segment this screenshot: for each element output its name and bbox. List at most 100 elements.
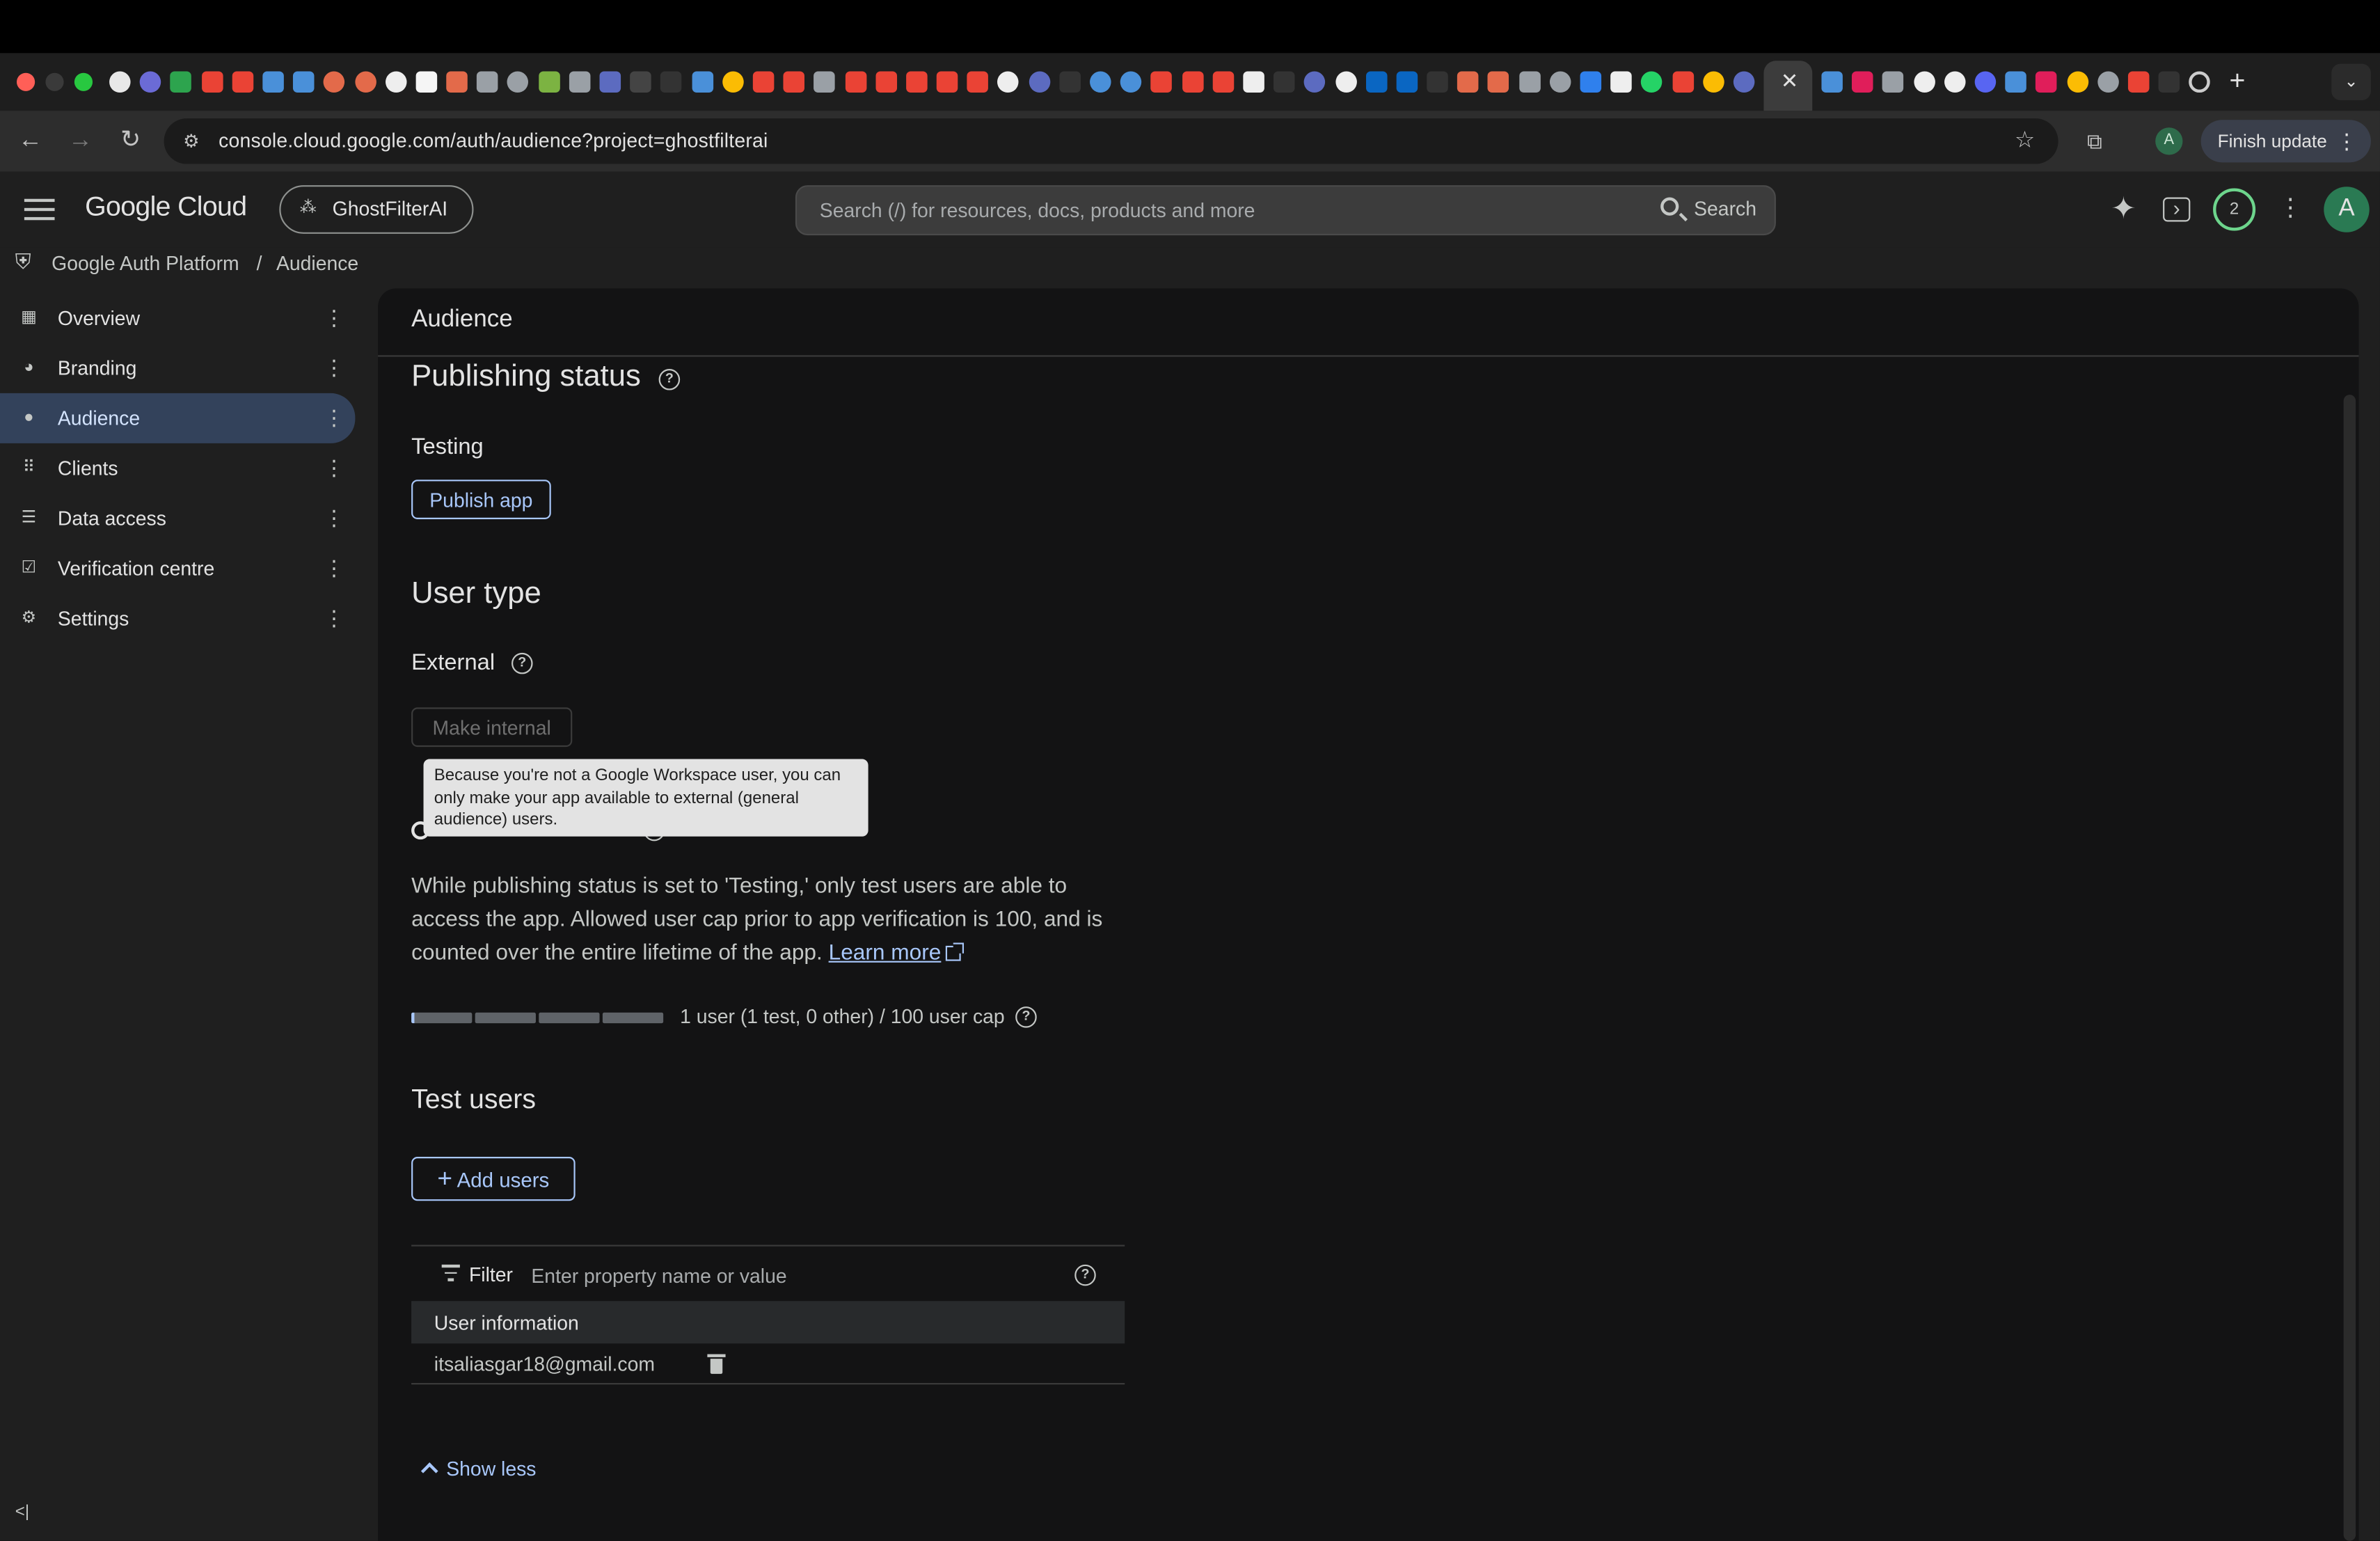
kebab-menu-icon[interactable]: ⋮ [324, 504, 345, 531]
tab-favicon[interactable] [1882, 71, 1904, 93]
tab-favicon[interactable] [1274, 71, 1295, 93]
make-internal-button[interactable]: Make internal [411, 707, 573, 748]
collapse-sidebar-icon[interactable]: <| [15, 1503, 40, 1524]
finish-update-button[interactable]: Finish update ⋮ [2200, 120, 2371, 163]
search-input[interactable] [819, 197, 1609, 222]
tab-favicon[interactable] [324, 71, 345, 93]
kebab-menu-icon[interactable]: ⋮ [324, 404, 345, 431]
account-avatar[interactable]: A [2324, 187, 2370, 232]
search-button[interactable]: Search [1658, 193, 1764, 226]
reload-icon[interactable]: ↻ [112, 123, 148, 159]
tab-favicon[interactable] [1518, 71, 1541, 93]
tab-favicon[interactable] [2127, 71, 2150, 93]
profile-avatar[interactable]: A [2155, 127, 2183, 155]
window-close-button[interactable] [16, 72, 35, 91]
kebab-menu-icon[interactable]: ⋮ [324, 303, 345, 331]
tab-favicon[interactable] [1120, 71, 1142, 93]
tab-favicon[interactable] [538, 71, 560, 93]
tab-favicon[interactable] [2158, 71, 2180, 93]
window-zoom-button[interactable] [74, 72, 93, 91]
cloud-shell-icon[interactable]: › [2163, 198, 2191, 222]
tab-favicon[interactable] [1151, 71, 1173, 93]
kebab-menu-icon[interactable]: ⋮ [2336, 120, 2358, 162]
loading-favicon[interactable] [2189, 71, 2211, 93]
tab-favicon[interactable] [1944, 71, 1966, 93]
tab-favicon[interactable] [354, 71, 376, 93]
kebab-menu-icon[interactable]: ⋮ [324, 454, 345, 481]
tab-favicon[interactable] [109, 71, 131, 93]
tab-favicon[interactable] [1304, 71, 1326, 93]
tab-favicon[interactable] [1549, 71, 1571, 93]
tab-favicon[interactable] [1028, 71, 1050, 93]
sidebar-item-clients[interactable]: ⠿ Clients ⋮ [0, 443, 355, 493]
url-text[interactable]: console.cloud.google.com/auth/audience?p… [219, 129, 768, 152]
new-tab-button[interactable]: + [2222, 65, 2253, 96]
tab-favicon[interactable] [170, 71, 192, 93]
sidebar-item-verification-centre[interactable]: ☑ Verification centre ⋮ [0, 544, 355, 594]
tab-favicon[interactable] [997, 71, 1020, 93]
delete-trash-icon[interactable] [707, 1352, 726, 1374]
tab-favicon[interactable] [140, 71, 161, 93]
kebab-menu-icon[interactable]: ⋮ [324, 554, 345, 581]
tab-favicon[interactable] [1488, 71, 1509, 93]
tab-favicon[interactable] [2036, 71, 2058, 93]
tab-favicon[interactable] [507, 71, 529, 93]
help-icon[interactable]: ? [1015, 1006, 1037, 1028]
tab-favicon[interactable] [1672, 71, 1694, 93]
filter-input[interactable] [531, 1261, 1047, 1289]
tab-favicon[interactable] [232, 71, 253, 93]
scrollbar[interactable] [2343, 395, 2356, 1541]
tab-favicon[interactable] [691, 71, 713, 93]
tab-favicon[interactable] [660, 71, 683, 93]
tab-favicon[interactable] [415, 71, 437, 93]
google-cloud-logo[interactable]: Google Cloud [85, 191, 247, 223]
notifications-badge[interactable]: 2 [2213, 188, 2256, 231]
extensions-icon[interactable]: ⧉ [2079, 126, 2110, 157]
column-header-user-information[interactable]: User information [434, 1311, 579, 1334]
tab-favicon[interactable] [569, 71, 591, 93]
tab-favicon[interactable] [722, 71, 744, 93]
tab-search-button[interactable]: ⌄ [2331, 63, 2371, 100]
tab-favicon[interactable] [262, 71, 284, 93]
tab-favicon[interactable] [446, 71, 468, 93]
tab-favicon[interactable] [2005, 71, 2027, 93]
help-icon[interactable]: ? [1074, 1264, 1096, 1286]
tab-favicon[interactable] [630, 71, 652, 93]
tab-favicon[interactable] [1852, 71, 1873, 93]
tab-favicon[interactable] [1610, 71, 1633, 93]
help-icon[interactable]: ? [658, 369, 681, 390]
tab-favicon[interactable] [783, 71, 805, 93]
kebab-menu-icon[interactable]: ⋮ [324, 354, 345, 381]
tab-favicon[interactable] [1580, 71, 1602, 93]
tab-favicon[interactable] [201, 71, 223, 93]
site-settings-icon[interactable]: ⚙ [179, 129, 203, 153]
publish-app-button[interactable]: Publish app [411, 480, 551, 519]
tab-favicon[interactable] [385, 71, 406, 93]
window-minimize-button[interactable] [45, 72, 64, 91]
tab-favicon[interactable] [1913, 71, 1935, 93]
sidebar-item-data-access[interactable]: ☰ Data access ⋮ [0, 493, 355, 544]
show-less-button[interactable]: Show less [419, 1457, 536, 1480]
tab-favicon[interactable] [1821, 71, 1843, 93]
tab-favicon[interactable] [1059, 71, 1081, 93]
tab-favicon[interactable] [1702, 71, 1724, 93]
tab-close-icon[interactable]: ✕ [1776, 67, 1803, 94]
tab-favicon[interactable] [1090, 71, 1111, 93]
tab-favicon[interactable] [1733, 71, 1755, 93]
tab-favicon[interactable] [2066, 71, 2088, 93]
tab-favicon[interactable] [477, 71, 498, 93]
sidebar-item-branding[interactable]: ◕ Branding ⋮ [0, 343, 355, 393]
forward-arrow-icon[interactable]: → [62, 123, 98, 159]
tab-favicon[interactable] [293, 71, 315, 93]
tab-favicon[interactable] [599, 71, 621, 93]
tab-favicon[interactable] [1641, 71, 1663, 93]
tab-favicon[interactable] [1243, 71, 1264, 93]
tab-favicon[interactable] [1335, 71, 1356, 93]
tab-favicon[interactable] [814, 71, 836, 93]
tab-favicon[interactable] [844, 71, 866, 93]
kebab-menu-icon[interactable]: ⋮ [2274, 193, 2307, 226]
sidebar-item-overview[interactable]: ▦ Overview ⋮ [0, 293, 355, 343]
tab-favicon[interactable] [1396, 71, 1418, 93]
gemini-sparkle-icon[interactable]: ✦ [2107, 193, 2140, 226]
add-users-button[interactable]: + Add users [411, 1157, 576, 1201]
